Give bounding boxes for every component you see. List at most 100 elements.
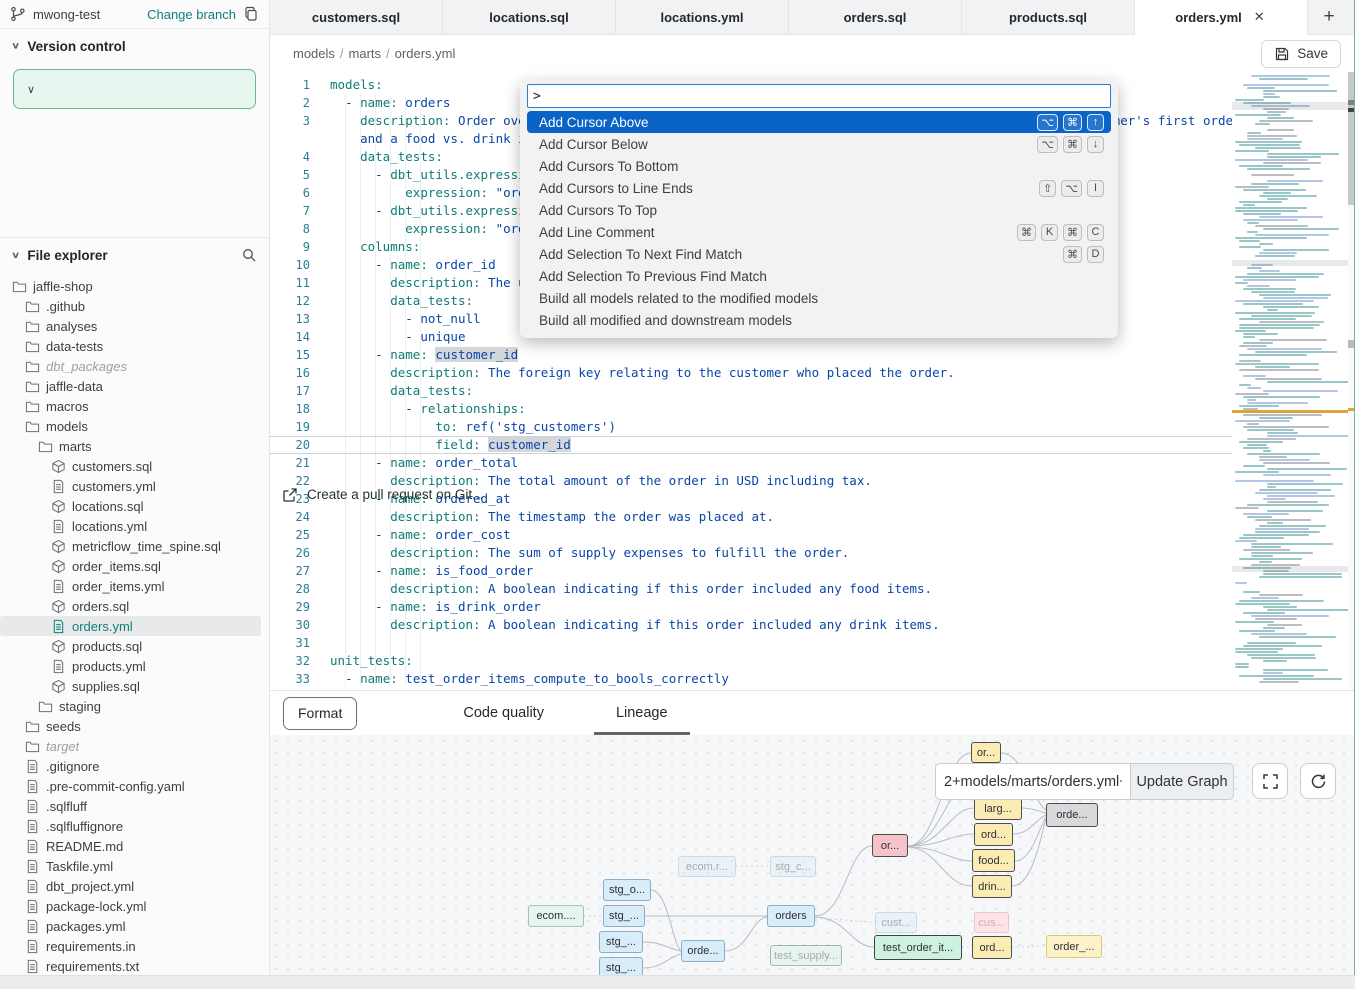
file-tree-item-requirements-txt[interactable]: requirements.txt [0,956,269,976]
file-tree-item-analyses[interactable]: analyses [0,316,269,336]
file-tree-item-supplies-sql[interactable]: supplies.sql [0,676,269,696]
update-graph-button[interactable]: Update Graph [1130,763,1234,800]
file-tree-item--pre-commit-config-yaml[interactable]: .pre-commit-config.yaml [0,776,269,796]
palette-item-label: Add Cursor Below [539,137,648,152]
palette-item-build-all-modified-and-downstream-models[interactable]: Build all modified and downstream models [527,309,1111,331]
key-chip: ⌘ [1017,224,1036,241]
refresh-icon [1310,773,1327,790]
file-tree-item-jaffle-data[interactable]: jaffle-data [0,376,269,396]
folder-icon [25,719,40,734]
file-tree-item--sqlfluff[interactable]: .sqlfluff [0,796,269,816]
key-chip: I [1087,180,1104,197]
pull-request-dropdown[interactable]: ∨ [14,70,48,108]
doc-icon [51,619,66,634]
file-tree-item-dbt-project-yml[interactable]: dbt_project.yml [0,876,269,896]
file-tree-item-order-items-sql[interactable]: order_items.sql [0,556,269,576]
file-explorer-header[interactable]: ∨ File explorer [0,238,269,272]
palette-item-add-cursors-to-top[interactable]: Add Cursors To Top [527,199,1111,221]
key-chip: ⌘ [1063,224,1082,241]
folder-icon [12,279,27,294]
file-tree-item-staging[interactable]: staging [0,696,269,716]
dbt-cloud-ide: mwong-test Change branch ∨ Version contr… [0,0,1355,989]
palette-item-add-cursor-below[interactable]: Add Cursor Below⌥⌘↓ [527,133,1111,155]
file-tree-item-customers-yml[interactable]: customers.yml [0,476,269,496]
palette-item-add-line-comment[interactable]: Add Line Comment ⌘ K ⌘ C [527,221,1111,243]
folder-icon [38,439,53,454]
folder-icon [38,699,53,714]
sidebar: mwong-test Change branch ∨ Version contr… [0,0,270,975]
folder-icon [25,379,40,394]
file-tree-item-locations-yml[interactable]: locations.yml [0,516,269,536]
doc-icon [51,579,66,594]
command-palette-input[interactable] [527,84,1111,108]
palette-item-add-cursors-to-line-ends[interactable]: Add Cursors to Line Ends⇧⌥I [527,177,1111,199]
git-branch-icon [10,6,26,22]
create-pull-request-button[interactable]: Create a pull request on Git... ∨ [13,69,256,109]
palette-item-build-all-models-related-to-the-modified-models[interactable]: Build all models related to the modified… [527,287,1111,309]
command-palette-list: Add Cursor Above⌥⌘↑ Add Cursor Below ⌥ ⌘ ↓ Ad… [527,111,1111,331]
file-explorer-section: ∨ File explorer jaffle-shop.githubanalys… [0,238,269,976]
file-tree-item-products-sql[interactable]: products.sql [0,636,269,656]
file-tree-item-dbt-packages[interactable]: dbt_packages [0,356,269,376]
copy-icon[interactable] [243,6,259,22]
change-branch-link[interactable]: Change branch [147,7,236,22]
refresh-button[interactable] [1300,763,1336,799]
doc-icon [25,959,40,974]
chevron-down-icon: ∨ [11,41,20,51]
file-tree-item-models[interactable]: models [0,416,269,436]
key-chip: ⌥ [1061,180,1082,197]
palette-item-add-selection-to-previous-find-match[interactable]: Add Selection To Previous Find Match [527,265,1111,287]
file-tree-item--github[interactable]: .github [0,296,269,316]
doc-icon [51,659,66,674]
palette-item-add-cursor-above[interactable]: Add Cursor Above⌥⌘↑ [527,111,1111,133]
palette-item-add-selection-to-next-find-match[interactable]: Add Selection To Next Find Match⌘D [527,243,1111,265]
key-chip: C [1087,224,1104,241]
folder-icon [25,419,40,434]
file-tree-item-target[interactable]: target [0,736,269,756]
folder-icon [25,299,40,314]
cube-icon [51,499,66,514]
key-chip: ⌘ [1063,136,1082,153]
file-tree-item-products-yml[interactable]: products.yml [0,656,269,676]
search-icon[interactable] [241,247,257,263]
folder-icon [25,399,40,414]
file-tree-item-orders-sql[interactable]: orders.sql [0,596,269,616]
file-tree-item--sqlfluffignore[interactable]: .sqlfluffignore [0,816,269,836]
file-tree-item-locations-sql[interactable]: locations.sql [0,496,269,516]
file-tree-item-macros[interactable]: macros [0,396,269,416]
file-tree-item-package-lock-yml[interactable]: package-lock.yml [0,896,269,916]
cube-icon [51,459,66,474]
lineage-selector-input[interactable] [935,763,1130,800]
key-chip: K [1041,224,1058,241]
key-chip: ⌘ [1063,246,1082,263]
cube-icon [51,639,66,654]
version-control-header[interactable]: ∨ Version control [0,29,269,63]
key-chip: ⇧ [1039,180,1056,197]
branch-bar: mwong-test Change branch [0,0,269,29]
file-tree-item-taskfile-yml[interactable]: Taskfile.yml [0,856,269,876]
file-tree-item-metricflow-time-spine-sql[interactable]: metricflow_time_spine.sql [0,536,269,556]
file-tree-item-seeds[interactable]: seeds [0,716,269,736]
palette-item-label: Add Line Comment [539,225,655,240]
key-chip: ↓ [1087,136,1104,153]
file-tree-item-data-tests[interactable]: data-tests [0,336,269,356]
branch-name: mwong-test [33,7,100,22]
cube-icon [51,599,66,614]
folder-icon [25,339,40,354]
file-tree-item-readme-md[interactable]: README.md [0,836,269,856]
file-tree-item-customers-sql[interactable]: customers.sql [0,456,269,476]
fullscreen-button[interactable] [1252,763,1288,799]
shortcut-keys: ⌘ K ⌘ C [1017,224,1104,241]
file-tree-item-jaffle-shop[interactable]: jaffle-shop [0,276,269,296]
file-tree-item--gitignore[interactable]: .gitignore [0,756,269,776]
palette-item-add-cursors-to-bottom[interactable]: Add Cursors To Bottom [527,155,1111,177]
doc-icon [25,799,40,814]
file-tree-item-packages-yml[interactable]: packages.yml [0,916,269,936]
file-tree-item-marts[interactable]: marts [0,436,269,456]
file-tree-item-order-items-yml[interactable]: order_items.yml [0,576,269,596]
file-tree-item-requirements-in[interactable]: requirements.in [0,936,269,956]
folder-icon [25,319,40,334]
doc-icon [25,939,40,954]
file-tree-item-orders-yml[interactable]: orders.yml [0,616,261,636]
key-chip: ⌥ [1037,114,1058,131]
